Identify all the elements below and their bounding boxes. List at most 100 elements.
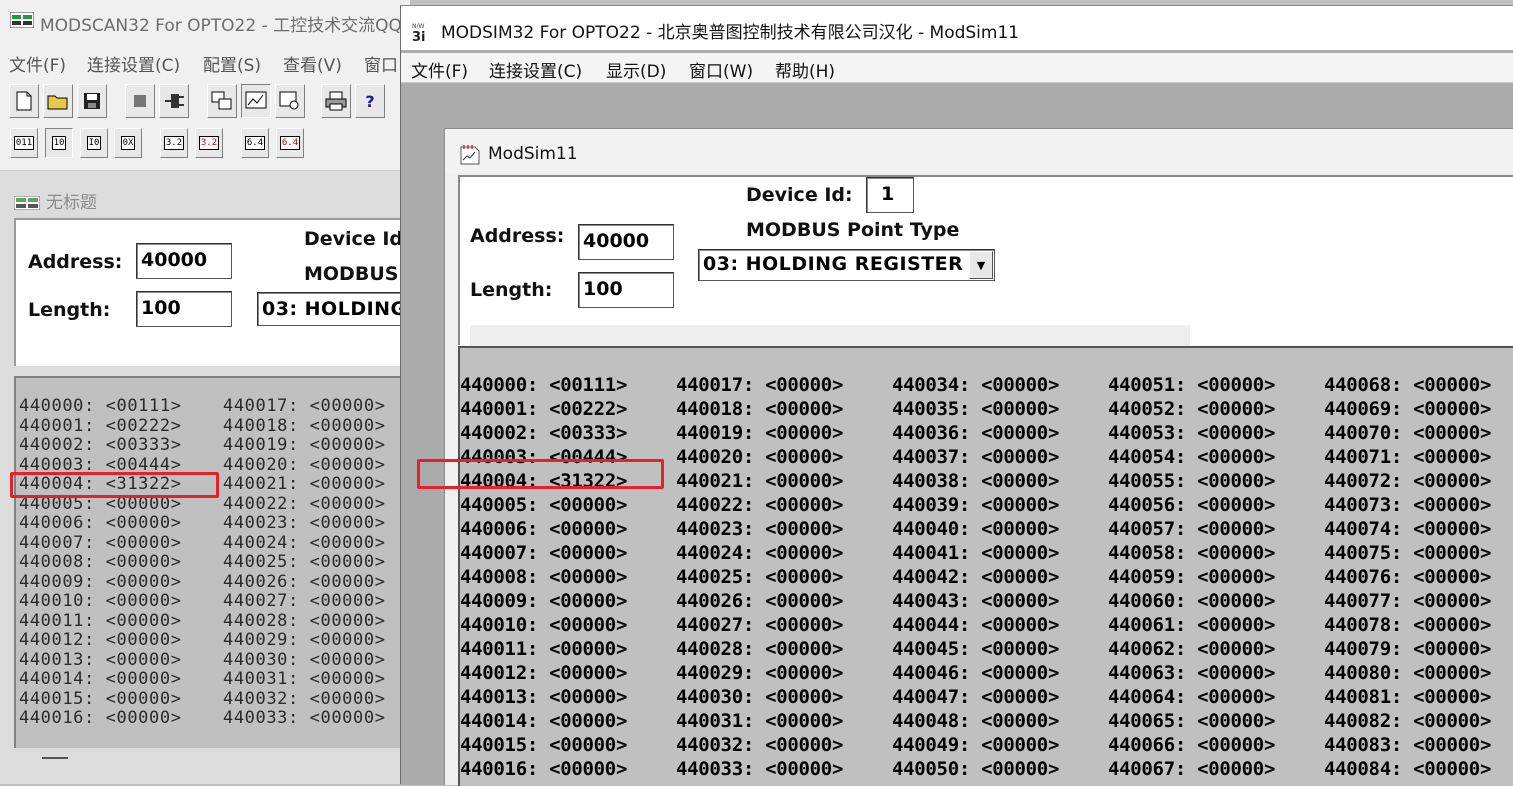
register-row[interactable]: 440030: <00000>: [223, 650, 386, 670]
device-id-input[interactable]: 1: [866, 177, 914, 213]
register-row[interactable]: 440010: <00000>: [460, 614, 627, 636]
register-row[interactable]: 440029: <00000>: [676, 662, 843, 684]
register-row[interactable]: 440009: <00000>: [19, 572, 182, 592]
register-row[interactable]: 440001: <00222>: [19, 416, 182, 436]
register-row[interactable]: 440044: <00000>: [892, 614, 1059, 636]
print-icon[interactable]: [321, 84, 351, 118]
register-row[interactable]: 440026: <00000>: [223, 572, 386, 592]
menu-file[interactable]: 文件(F): [9, 51, 66, 76]
register-row[interactable]: 440011: <00000>: [460, 638, 627, 660]
register-row[interactable]: 440073: <00000>: [1324, 494, 1491, 516]
menu-view[interactable]: 查看(V): [283, 51, 342, 76]
register-row[interactable]: 440034: <00000>: [892, 374, 1059, 396]
register-row[interactable]: 440031: <00000>: [676, 710, 843, 732]
register-row[interactable]: 440067: <00000>: [1108, 758, 1275, 780]
register-row[interactable]: 440059: <00000>: [1108, 566, 1275, 588]
register-row[interactable]: 440036: <00000>: [892, 422, 1059, 444]
register-row[interactable]: 440062: <00000>: [1108, 638, 1275, 660]
register-row[interactable]: 440056: <00000>: [1108, 494, 1275, 516]
register-row[interactable]: 440019: <00000>: [676, 422, 843, 444]
register-row[interactable]: 440021: <00000>: [223, 474, 386, 494]
register-row[interactable]: 440032: <00000>: [676, 734, 843, 756]
register-row[interactable]: 440015: <00000>: [460, 734, 627, 756]
register-row[interactable]: 440035: <00000>: [892, 398, 1059, 420]
register-row[interactable]: 440013: <00000>: [460, 686, 627, 708]
register-row[interactable]: 440029: <00000>: [223, 630, 386, 650]
register-row[interactable]: 440052: <00000>: [1108, 398, 1275, 420]
register-row[interactable]: 440050: <00000>: [892, 758, 1059, 780]
register-row[interactable]: 440009: <00000>: [460, 590, 627, 612]
register-row[interactable]: 440028: <00000>: [223, 611, 386, 631]
register-row[interactable]: 440010: <00000>: [19, 591, 182, 611]
register-row[interactable]: 440074: <00000>: [1324, 518, 1491, 540]
register-row[interactable]: 440005: <00000>: [460, 494, 627, 516]
float-swap-icon[interactable]: 3.2: [195, 128, 223, 158]
address-input[interactable]: 40000: [136, 243, 232, 279]
connect-plug-icon[interactable]: [125, 84, 155, 118]
register-row[interactable]: 440080: <00000>: [1324, 662, 1491, 684]
coil-status-icon[interactable]: 011: [10, 128, 38, 158]
register-row[interactable]: 440070: <00000>: [1324, 422, 1491, 444]
double-swap-icon[interactable]: 6.4: [276, 128, 304, 158]
decimal-format-icon[interactable]: 10: [45, 128, 73, 158]
save-disk-icon[interactable]: [77, 84, 107, 118]
register-row[interactable]: 440026: <00000>: [676, 590, 843, 612]
menu-window[interactable]: 窗口(W): [689, 57, 753, 82]
register-row[interactable]: 440060: <00000>: [1108, 590, 1275, 612]
register-row[interactable]: 440064: <00000>: [1108, 686, 1275, 708]
register-row[interactable]: 440041: <00000>: [892, 542, 1059, 564]
register-row[interactable]: 440012: <00000>: [19, 630, 182, 650]
register-row[interactable]: 440055: <00000>: [1108, 470, 1275, 492]
register-row[interactable]: 440030: <00000>: [676, 686, 843, 708]
register-row[interactable]: 440042: <00000>: [892, 566, 1059, 588]
register-row[interactable]: 440069: <00000>: [1324, 398, 1491, 420]
menu-setup[interactable]: 配置(S): [203, 51, 261, 76]
modsim-window[interactable]: N/W 3i MODSIM32 For OPTO22 - 北京奥普图控制技术有限…: [400, 5, 1513, 786]
length-input[interactable]: 100: [136, 291, 232, 327]
register-row[interactable]: 440011: <00000>: [19, 611, 182, 631]
register-row[interactable]: 440071: <00000>: [1324, 446, 1491, 468]
register-row[interactable]: 440075: <00000>: [1324, 542, 1491, 564]
modsim-child-window[interactable]: ModSim11 Device Id: 1 MODBUS Point Type …: [444, 128, 1513, 786]
register-row[interactable]: 440053: <00000>: [1108, 422, 1275, 444]
register-row[interactable]: 440020: <00000>: [676, 446, 843, 468]
register-row[interactable]: 440065: <00000>: [1108, 710, 1275, 732]
register-row[interactable]: 440043: <00000>: [892, 590, 1059, 612]
hex-format-icon[interactable]: 0X: [114, 128, 142, 158]
register-row[interactable]: 440018: <00000>: [676, 398, 843, 420]
register-row[interactable]: 440049: <00000>: [892, 734, 1059, 756]
register-row[interactable]: 440076: <00000>: [1324, 566, 1491, 588]
modsim-child-titlebar[interactable]: [445, 129, 1513, 173]
register-row[interactable]: 440006: <00000>: [460, 518, 627, 540]
register-row[interactable]: 440019: <00000>: [223, 435, 386, 455]
double-format-icon[interactable]: 6.4: [241, 128, 269, 158]
register-row[interactable]: 440045: <00000>: [892, 638, 1059, 660]
register-row[interactable]: 440018: <00000>: [223, 416, 386, 436]
new-file-icon[interactable]: [9, 84, 39, 118]
point-type-select[interactable]: 03: HOLDING I: [257, 292, 410, 326]
disconnect-icon[interactable]: [159, 84, 189, 118]
register-row[interactable]: 440037: <00000>: [892, 446, 1059, 468]
display-graph-icon[interactable]: [241, 84, 271, 118]
register-row[interactable]: 440083: <00000>: [1324, 734, 1491, 756]
register-row[interactable]: 440033: <00000>: [676, 758, 843, 780]
register-row[interactable]: 440047: <00000>: [892, 686, 1059, 708]
menu-file[interactable]: 文件(F): [411, 57, 468, 82]
register-row[interactable]: 440040: <00000>: [892, 518, 1059, 540]
register-row[interactable]: 440014: <00000>: [19, 669, 182, 689]
register-row[interactable]: 440000: <00111>: [19, 396, 182, 416]
menu-help[interactable]: 帮助(H): [775, 57, 835, 82]
register-row[interactable]: 440028: <00000>: [676, 638, 843, 660]
length-input[interactable]: 100: [578, 272, 674, 308]
register-row[interactable]: 440013: <00000>: [19, 650, 182, 670]
register-row[interactable]: 440077: <00000>: [1324, 590, 1491, 612]
register-row[interactable]: 440016: <00000>: [460, 758, 627, 780]
register-row[interactable]: 440000: <00111>: [460, 374, 627, 396]
register-row[interactable]: 440068: <00000>: [1324, 374, 1491, 396]
register-row[interactable]: 440061: <00000>: [1108, 614, 1275, 636]
register-row[interactable]: 440007: <00000>: [460, 542, 627, 564]
register-row[interactable]: 440002: <00333>: [19, 435, 182, 455]
register-row[interactable]: 440031: <00000>: [223, 669, 386, 689]
register-row[interactable]: 440032: <00000>: [223, 689, 386, 709]
register-row[interactable]: 440016: <00000>: [19, 708, 182, 728]
